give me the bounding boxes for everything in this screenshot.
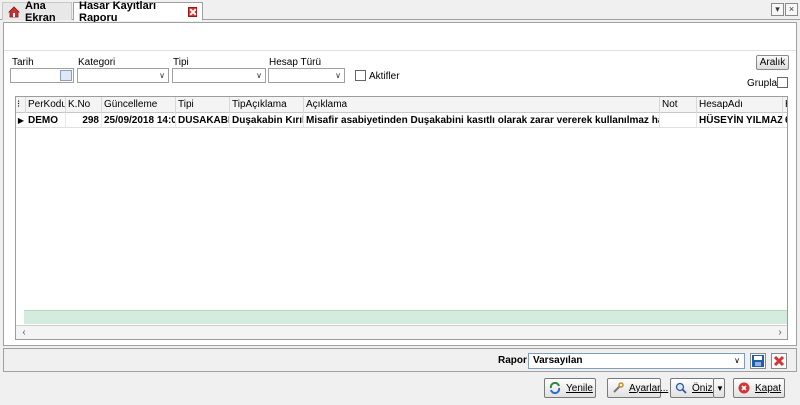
hesap-turu-label: Hesap Türü [269,57,322,68]
tipi-select[interactable]: ∨ [172,68,266,83]
tab-bar: Ana Ekran Hasar Kayıtları Raporu ▾ × [0,0,800,24]
yenile-button[interactable]: Yenile [544,378,596,398]
onizle-dropdown[interactable]: ▼ [713,378,725,398]
chevron-down-icon: ▼ [716,383,724,393]
cell-tipaciklama[interactable]: Duşakabin Kırıldı [230,113,304,128]
grupla-label: Grupla [747,78,778,89]
kapat-button[interactable]: Kapat [733,378,785,398]
refresh-icon [549,381,561,395]
cell-hesapadi[interactable]: HÜSEYİN YILMAZER [697,113,783,128]
column-header[interactable]: PerKodu [26,97,66,113]
cell-not[interactable] [660,113,697,128]
chevron-down-icon: ∨ [734,356,740,365]
yenile-label: Yenile [566,382,593,394]
column-header[interactable]: H [783,97,787,113]
table-row[interactable]: ▶ DEMO 298 25/09/2018 14:01 DUSAKABIN Du… [16,113,787,128]
tab-label: Ana Ekran [25,0,56,24]
column-header[interactable]: HesapAdı [697,97,783,113]
ayarlar-button[interactable]: Ayarlar... [607,378,668,398]
row-pointer-icon: ▶ [17,116,25,125]
column-header[interactable]: K.No [66,97,102,113]
close-icon[interactable] [188,6,197,17]
rapor-label: Rapor [498,355,527,366]
data-grid: ⁝ PerKodu K.No Güncelleme Tipi TipAçıkla… [15,96,788,340]
kategori-label: Kategori [78,57,116,68]
column-header[interactable]: TipAçıklama [230,97,304,113]
chevron-down-icon[interactable]: ▾ [771,3,784,16]
save-icon[interactable] [750,353,766,369]
filter-bar: Tarih Kategori ∨ Tipi ∨ Hesap Türü ∨ Akt… [4,51,796,95]
rapor-select[interactable]: Varsayılan ∨ [528,353,745,369]
grid-footer [24,310,787,324]
column-header[interactable]: Güncelleme [102,97,176,113]
close-icon [738,382,750,394]
kapat-label: Kapat [755,382,782,394]
home-icon [8,5,20,18]
report-panel: Tarih Kategori ∨ Tipi ∨ Hesap Türü ∨ Akt… [3,22,797,346]
tab-label: Hasar Kayıtları Raporu [79,0,157,24]
rapor-value: Varsayılan [533,355,583,366]
kategori-select[interactable]: ∨ [77,68,169,83]
tools-icon [612,382,624,394]
calendar-icon[interactable] [60,70,72,81]
tarih-label: Tarih [12,57,34,68]
preview-icon [675,382,687,394]
delete-icon[interactable] [771,353,787,369]
aktifler-checkbox[interactable] [355,70,366,81]
ayarlar-label: Ayarlar... [629,382,669,394]
onizle-button[interactable]: Önizle [670,378,720,398]
chevron-left-icon[interactable]: ‹ [18,327,30,339]
header-strip [4,23,796,51]
chevron-down-icon: ∨ [335,71,341,80]
aktifler-label: Aktifler [369,71,400,82]
tarih-date-field[interactable] [10,68,74,83]
row-indicator-header: ⁝ [16,97,26,113]
app-window: Ana Ekran Hasar Kayıtları Raporu ▾ × Tar… [0,0,800,405]
cell-perkodu[interactable]: DEMO [26,113,66,128]
hesap-turu-select[interactable]: ∨ [268,68,345,83]
cell-tipi[interactable]: DUSAKABIN [176,113,230,128]
horizontal-scrollbar[interactable]: ‹ › [16,325,787,339]
cell-h[interactable]: 6 [783,113,787,128]
chevron-down-icon: ∨ [256,71,262,80]
aralik-button[interactable]: Aralık [756,55,789,70]
column-header[interactable]: Açıklama [304,97,660,113]
grid-header: ⁝ PerKodu K.No Güncelleme Tipi TipAçıkla… [16,97,787,113]
cell-aciklama[interactable]: Misafir asabiyetinden Duşakabini kasıtlı… [304,113,660,128]
tab-hasar-kayitlari-raporu[interactable]: Hasar Kayıtları Raporu [73,0,203,24]
grupla-checkbox[interactable] [777,77,788,88]
action-bar: Yenile Ayarlar... Önizle ▼ Kapat [0,374,800,405]
aralik-label: Aralık [759,57,786,68]
close-window-icon[interactable]: × [785,3,798,16]
tipi-label: Tipi [173,57,189,68]
chevron-right-icon[interactable]: › [774,327,786,339]
rapor-bar: Rapor Varsayılan ∨ [3,348,797,372]
column-header[interactable]: Not [660,97,697,113]
cell-guncelleme[interactable]: 25/09/2018 14:01 [102,113,176,128]
column-header[interactable]: Tipi [176,97,230,113]
cell-kno[interactable]: 298 [66,113,102,128]
chevron-down-icon: ∨ [159,71,165,80]
tab-ana-ekran[interactable]: Ana Ekran [2,0,72,24]
